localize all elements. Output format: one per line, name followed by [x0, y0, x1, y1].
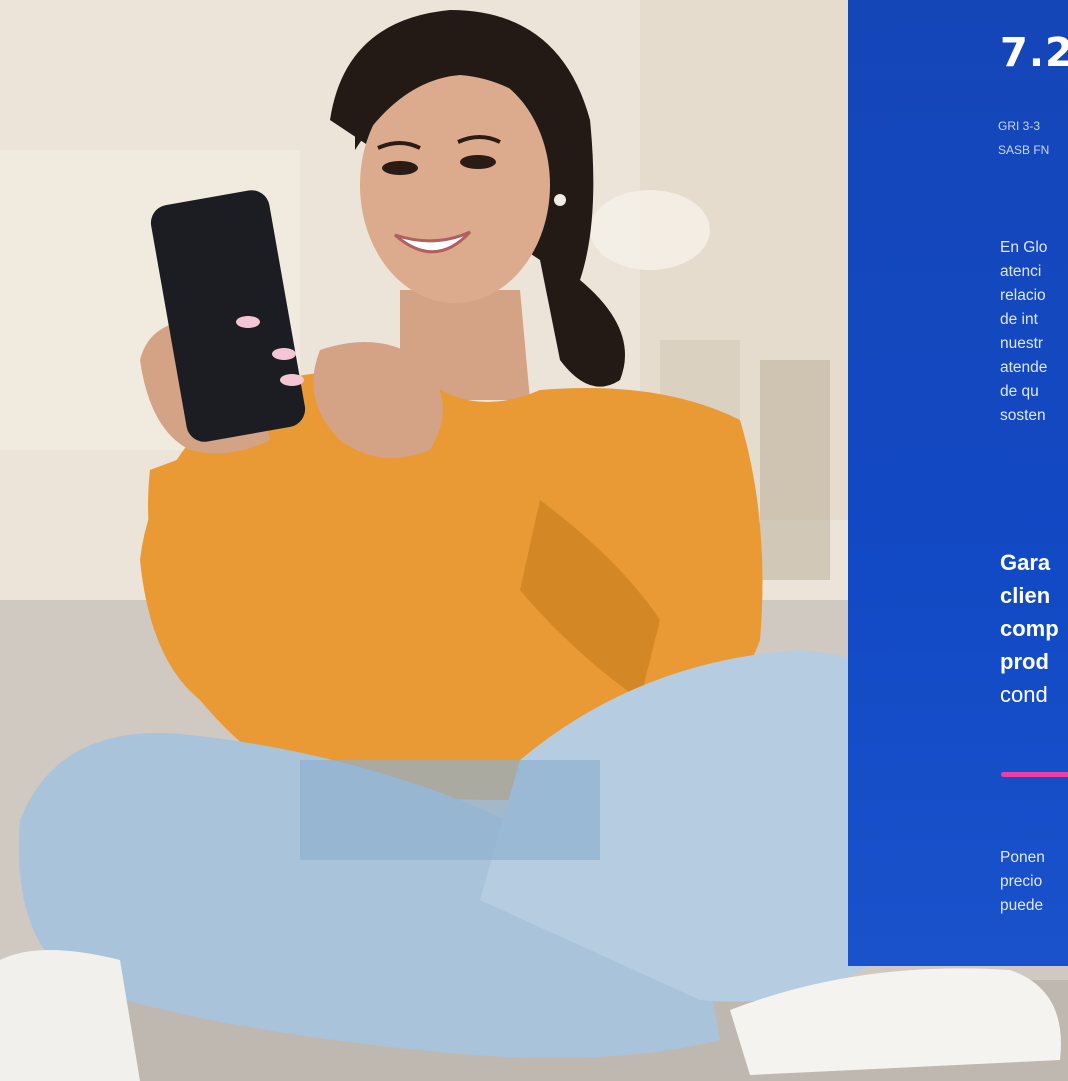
closing-line: Ponen — [1000, 849, 1045, 866]
intro-line: En Glo — [1000, 239, 1048, 256]
accent-divider — [1001, 772, 1068, 777]
closing-line: puede — [1000, 897, 1044, 914]
highlight-line: cond — [1000, 682, 1048, 707]
intro-line: nuestr — [1000, 335, 1044, 352]
closing-line: precio — [1000, 873, 1043, 890]
standard-references: GRI 3-3 SASB FN — [998, 114, 1049, 162]
gri-reference: GRI 3-3 — [998, 119, 1041, 133]
intro-line: relacio — [1000, 287, 1046, 304]
intro-line: de qu — [1000, 383, 1039, 400]
highlight-statement: Gara clien comp prod cond — [1000, 546, 1068, 711]
report-page: 7.2 GRI 3-3 SASB FN En Glo atenci relaci… — [0, 0, 1068, 1081]
section-number: 7.2 — [1000, 30, 1068, 76]
intro-line: atende — [1000, 359, 1048, 376]
sasb-reference: SASB FN — [998, 143, 1050, 157]
intro-paragraph: En Glo atenci relacio de int nuestr aten… — [1000, 236, 1068, 428]
blue-text-panel: 7.2 GRI 3-3 SASB FN En Glo atenci relaci… — [848, 0, 1068, 966]
intro-line: sosten — [1000, 407, 1046, 424]
highlight-line: prod — [1000, 649, 1049, 674]
intro-line: atenci — [1000, 263, 1042, 280]
highlight-line: Gara — [1000, 550, 1051, 575]
intro-line: de int — [1000, 311, 1038, 328]
highlight-line: comp — [1000, 616, 1059, 641]
highlight-line: clien — [1000, 583, 1051, 608]
closing-paragraph: Ponen precio puede — [1000, 846, 1068, 918]
